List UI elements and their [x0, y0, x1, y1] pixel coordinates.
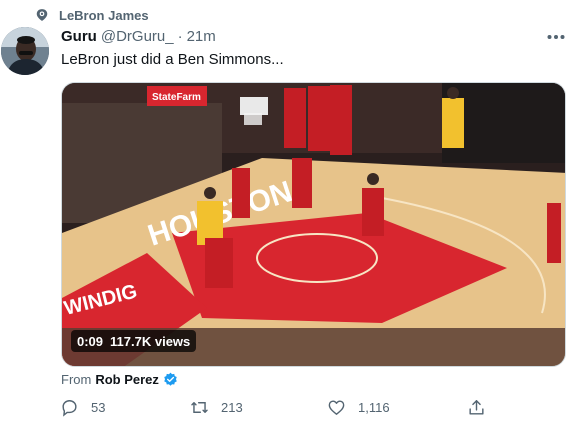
- reply-button[interactable]: 53: [60, 398, 105, 417]
- retweet-button[interactable]: 213: [190, 398, 243, 417]
- like-button[interactable]: 1,116: [327, 398, 390, 417]
- video-views: 117.7K views: [110, 333, 191, 349]
- separator-dot: ·: [177, 28, 183, 45]
- video-duration-badge: 0:09 117.7K views: [71, 330, 197, 352]
- topic-icon: [36, 9, 48, 21]
- reply-icon: [62, 400, 77, 417]
- like-count: 1,116: [358, 400, 390, 415]
- source-name[interactable]: Rob Perez: [95, 372, 159, 387]
- retweet-count: 213: [221, 400, 243, 415]
- source-attribution: From Rob Perez: [61, 372, 178, 387]
- tweet-actions: 53 213 1,116: [60, 398, 500, 420]
- tweet-text: LeBron just did a Ben Simmons...: [61, 51, 284, 68]
- like-icon: [328, 400, 345, 415]
- more-options-button[interactable]: [545, 27, 567, 47]
- more-horizontal-icon: [547, 35, 565, 39]
- share-button[interactable]: [467, 398, 486, 417]
- reply-count: 53: [91, 400, 106, 415]
- author-handle[interactable]: @DrGuru_: [101, 28, 174, 45]
- video-duration: 0:09: [77, 333, 104, 349]
- topic-label[interactable]: LeBron James: [59, 8, 149, 23]
- video-frame: StateFarm HOUSTON WINDIG: [62, 83, 565, 366]
- topic-header[interactable]: LeBron James: [35, 7, 149, 23]
- avatar[interactable]: [1, 27, 49, 75]
- statefarm-sign: StateFarm: [152, 92, 201, 103]
- from-label: From: [61, 372, 92, 387]
- share-icon: [469, 400, 484, 415]
- tweet-timestamp[interactable]: 21m: [187, 28, 216, 45]
- retweet-icon: [191, 402, 208, 413]
- tweet-author-row: Guru @DrGuru_ · 21m: [61, 28, 216, 45]
- verified-badge-icon: [164, 372, 177, 386]
- video-player[interactable]: StateFarm HOUSTON WINDIG 0:09: [61, 82, 566, 367]
- author-name[interactable]: Guru: [61, 28, 97, 45]
